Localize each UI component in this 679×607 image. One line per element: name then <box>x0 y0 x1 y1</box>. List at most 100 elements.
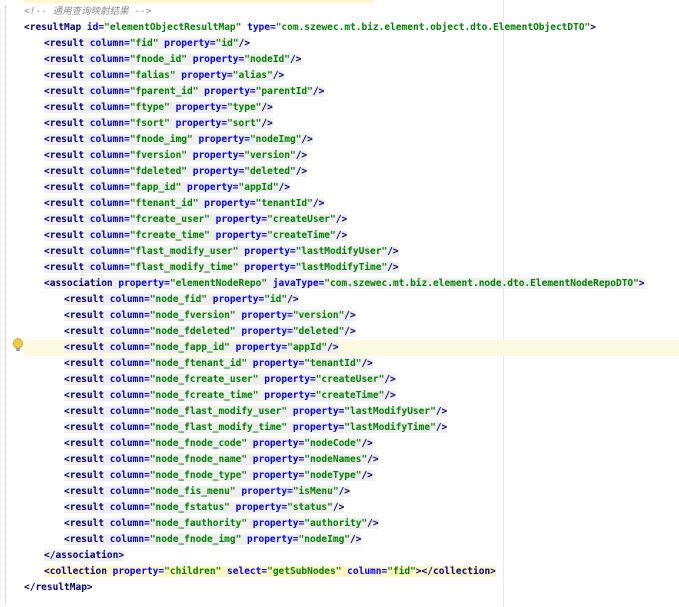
xml-attribute-name: id= <box>81 22 105 33</box>
association-result-line[interactable]: <result column="node_fcreate_time" prope… <box>64 388 396 404</box>
code-line-content: <result column="node_fnode_code" propert… <box>64 438 373 449</box>
resultmap-open-line[interactable]: <resultMap id="elementObjectResultMap" t… <box>24 20 596 36</box>
xml-attribute-value: "node_fcreate_time" <box>149 390 259 401</box>
xml-attribute-name: column= <box>104 502 150 513</box>
result-line[interactable]: <result column="fcreate_user" property="… <box>44 212 348 228</box>
association-result-line[interactable]: <result column="node_flast_modify_user" … <box>64 404 448 420</box>
xml-attribute-name: column= <box>84 102 130 113</box>
xml-attribute-name: column= <box>84 230 130 241</box>
xml-tag-close: </resultMap> <box>24 582 93 593</box>
xml-attribute-name: column= <box>104 454 150 465</box>
result-line[interactable]: <result column="fdeleted" property="dele… <box>44 164 308 180</box>
result-line[interactable]: <result column="fapp_id" property="appId… <box>44 180 290 196</box>
editor-gutter[interactable] <box>0 0 24 607</box>
result-line[interactable]: <result column="fversion" property="vers… <box>44 148 308 164</box>
association-result-line[interactable]: <result column="node_fis_menu" property=… <box>64 484 351 500</box>
association-result-line[interactable]: <result column="node_fnode_code" propert… <box>64 436 373 452</box>
resultmap-close-line[interactable]: </resultMap> <box>24 580 93 596</box>
xml-attribute-name: column= <box>84 150 130 161</box>
result-line[interactable]: <result column="flast_modify_user" prope… <box>44 244 399 260</box>
xml-attribute-name: property= <box>106 566 165 577</box>
comment-line[interactable]: <!-- 通用查询映射结果 --> <box>24 4 151 20</box>
xml-attribute-value: "appId" <box>287 342 328 353</box>
xml-attribute-value: "authority" <box>304 518 368 529</box>
association-result-line[interactable]: <result column="node_fauthority" propert… <box>64 516 379 532</box>
xml-attribute-name: property= <box>258 390 316 401</box>
xml-tag-close: /> <box>344 326 356 337</box>
association-result-line[interactable]: <result column="node_ftenant_id" propert… <box>64 356 373 372</box>
xml-attribute-name: property= <box>198 198 256 209</box>
xml-attribute-name: property= <box>187 150 245 161</box>
xml-attribute-name: column= <box>104 534 150 545</box>
collection-line[interactable]: <collection property="children" select="… <box>44 564 496 580</box>
xml-attribute-name: property= <box>238 262 296 273</box>
result-line[interactable]: <result column="fid" property="id"/> <box>44 36 250 52</box>
result-line[interactable]: <result column="fsort" property="sort"/> <box>44 116 273 132</box>
xml-attribute-value: "createTime" <box>315 390 385 401</box>
xml-tag-open: <result <box>44 182 85 193</box>
xml-attribute-name: property= <box>209 214 268 225</box>
result-line[interactable]: <result column="ftenant_id" property="te… <box>44 196 325 212</box>
association-result-line[interactable]: <result column="node_fnode_img" property… <box>64 532 362 548</box>
association-result-line[interactable]: <result column="node_fversion" property=… <box>64 308 356 324</box>
xml-tag-close: /> <box>384 390 396 401</box>
result-line[interactable]: <result column="ftype" property="type"/> <box>44 100 273 116</box>
code-line-content: <collection property="children" select="… <box>44 566 496 577</box>
code-line-content: <result column="fid" property="id"/> <box>44 38 250 49</box>
association-result-line[interactable]: <result column="node_fnode_name" propert… <box>64 452 379 468</box>
clipped-previous-line <box>24 0 374 3</box>
code-line-content: <result column="flast_modify_user" prope… <box>44 246 399 257</box>
xml-tag-close: /> <box>361 358 373 369</box>
code-line-content: <result column="fversion" property="vers… <box>44 150 308 161</box>
xml-tag-open: <result <box>44 134 85 145</box>
association-result-line[interactable]: <result column="node_fcreate_user" prope… <box>64 372 396 388</box>
xml-attribute-value: "tenantId" <box>255 198 313 209</box>
xml-attribute-name: property= <box>247 358 305 369</box>
xml-attribute-name: property= <box>241 534 299 545</box>
code-line-content: <result column="fsort" property="sort"/> <box>44 118 273 129</box>
xml-attribute-name: column= <box>104 422 150 433</box>
xml-attribute-value: "status" <box>287 502 333 513</box>
xml-tag-open: <result <box>64 518 105 529</box>
xml-tag-open: <result <box>44 70 85 81</box>
xml-tag-close: > <box>590 22 597 33</box>
association-open-line[interactable]: <association property="elementNodeRepo" … <box>44 276 645 292</box>
xml-attribute-value: "fid" <box>387 566 416 577</box>
association-result-line[interactable]: <result column="node_fdeleted" property=… <box>64 324 356 340</box>
xml-tag-open: <result <box>64 390 105 401</box>
result-line[interactable]: <result column="fnode_img" property="nod… <box>44 132 313 148</box>
association-close-line[interactable]: </association> <box>44 548 125 564</box>
xml-tag-open: <result <box>44 262 85 273</box>
xml-attribute-name: property= <box>169 118 228 129</box>
association-result-line[interactable]: <result column="node_fstatus" property="… <box>64 500 345 516</box>
xml-attribute-value: "ftype" <box>129 102 170 113</box>
association-result-line[interactable]: <result column="node_fnode_type" propert… <box>64 468 373 484</box>
result-line[interactable]: <result column="fcreate_time" property="… <box>44 228 348 244</box>
result-line[interactable]: <result column="flast_modify_time" prope… <box>44 260 399 276</box>
result-line[interactable]: <result column="fnode_id" property="node… <box>44 52 302 68</box>
xml-tag-close: /> <box>338 486 351 497</box>
result-line[interactable]: <result column="fparent_id" property="pa… <box>44 84 325 100</box>
association-result-line[interactable]: <result column="node_fapp_id" property="… <box>64 340 339 356</box>
xml-tag-open: <result <box>64 406 105 417</box>
xml-attribute-value: "getSubNodes" <box>267 566 342 577</box>
xml-attribute-value: "deleted" <box>292 326 345 337</box>
xml-attribute-name: column= <box>104 358 150 369</box>
code-editor[interactable]: <!-- 通用查询映射结果 --> <resultMap id="elementO… <box>0 0 679 607</box>
xml-tag-open: <resultMap <box>24 22 82 33</box>
lightbulb-icon[interactable] <box>10 337 26 353</box>
result-line[interactable]: <result column="falias" property="alias"… <box>44 68 285 84</box>
code-line-content: <result column="node_fid" property="id"/… <box>64 294 299 305</box>
xml-tag-close: /> <box>384 374 396 385</box>
xml-tag-close: /> <box>289 54 302 65</box>
xml-tag-open: <result <box>44 38 85 49</box>
xml-attribute-name: property= <box>187 166 245 177</box>
xml-tag-close: /> <box>350 534 362 545</box>
code-line-content: <!-- 通用查询映射结果 --> <box>24 6 151 17</box>
xml-tag-close: /> <box>312 86 325 97</box>
xml-attribute-value: "node_fnode_type" <box>149 470 248 481</box>
association-result-line[interactable]: <result column="node_flast_modify_time" … <box>64 420 448 436</box>
xml-tag-close: /> <box>367 518 379 529</box>
association-result-line[interactable]: <result column="node_fid" property="id"/… <box>64 292 299 308</box>
xml-attribute-value: "node_flast_modify_user" <box>149 406 288 417</box>
